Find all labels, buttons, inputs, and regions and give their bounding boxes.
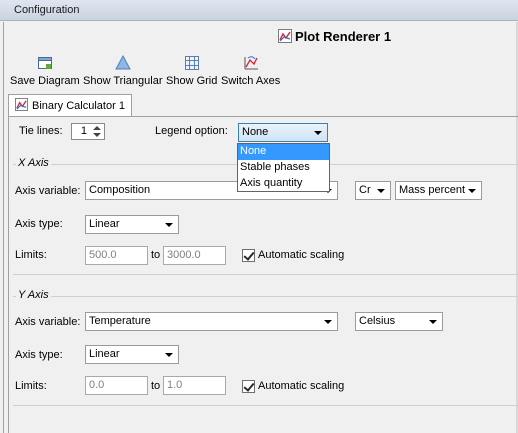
plot-title: Plot Renderer 1 (278, 29, 391, 46)
legend-option-dropdown: None Stable phases Axis quantity (237, 143, 330, 192)
y-axis-section-title: Y Axis (16, 289, 51, 301)
tab-label: Binary Calculator 1 (32, 100, 125, 112)
y-axis-variable-value: Temperature (89, 315, 151, 327)
x-axis-auto-scaling-label: Automatic scaling (258, 249, 345, 261)
chevron-down-icon (377, 189, 385, 193)
chevron-down-icon (165, 353, 173, 357)
y-axis-auto-scaling-label: Automatic scaling (258, 380, 345, 392)
x-axis-limits-label: Limits: (15, 249, 47, 261)
chart-icon (278, 29, 292, 46)
x-axis-type-value: Linear (89, 218, 120, 230)
x-axis-section-bottom (13, 274, 518, 275)
y-axis-variable-select[interactable]: Temperature (85, 312, 338, 331)
x-axis-unit-select[interactable]: Mass percent (395, 181, 482, 200)
y-axis-max-value: 1.0 (167, 379, 183, 391)
switch-axes-icon (221, 53, 280, 73)
show-grid-label: Show Grid (166, 75, 218, 87)
switch-axes-label: Switch Axes (221, 75, 281, 87)
switch-axes-button[interactable]: Switch Axes (221, 53, 280, 87)
chevron-down-icon (468, 189, 476, 193)
legend-option-item-stable-phases[interactable]: Stable phases (238, 160, 329, 176)
x-axis-max-field[interactable]: 3000.0 (163, 246, 226, 265)
chart-icon (15, 98, 28, 114)
y-axis-variable-label: Axis variable: (15, 316, 81, 328)
x-axis-to-label: to (151, 249, 161, 261)
x-axis-element-value: Cr (359, 184, 371, 196)
tab-binary-calculator[interactable]: Binary Calculator 1 (8, 94, 132, 117)
y-axis-section-bottom (13, 405, 518, 406)
x-axis-element-select[interactable]: Cr (355, 181, 391, 200)
legend-option-item-none[interactable]: None (238, 144, 329, 160)
window-title: Configuration (14, 4, 80, 16)
tie-lines-stepper[interactable]: 1 (71, 123, 105, 140)
y-axis-type-select[interactable]: Linear (85, 345, 179, 364)
y-axis-to-label: to (151, 380, 161, 392)
y-axis-unit-select[interactable]: Celsius (355, 312, 443, 331)
x-axis-auto-scaling-checkbox[interactable] (242, 249, 255, 262)
window-titlebar: Configuration (0, 0, 518, 21)
plot-title-text: Plot Renderer 1 (295, 29, 392, 44)
y-axis-min-value: 0.0 (89, 379, 105, 391)
x-axis-variable-value: Composition (89, 184, 151, 196)
y-axis-type-value: Linear (89, 348, 120, 360)
x-axis-type-label: Axis type: (15, 218, 63, 230)
save-diagram-icon (10, 53, 80, 73)
tie-lines-label: Tie lines: (19, 125, 63, 137)
legend-option-label: Legend option: (155, 125, 228, 137)
x-axis-unit-value: Mass percent (399, 184, 466, 196)
show-triangular-label: Show Triangular (83, 75, 163, 87)
chevron-down-icon (314, 131, 322, 135)
x-axis-section-title: X Axis (16, 157, 51, 169)
show-grid-button[interactable]: Show Grid (166, 53, 217, 87)
y-axis-min-field[interactable]: 0.0 (85, 376, 148, 395)
tie-lines-value: 1 (80, 125, 87, 137)
triangle-icon (83, 53, 163, 73)
y-axis-section-border (13, 296, 518, 297)
chevron-down-icon (324, 320, 332, 324)
y-axis-limits-label: Limits: (15, 380, 47, 392)
y-axis-auto-scaling-checkbox[interactable] (242, 380, 255, 393)
save-diagram-label: Save Diagram (10, 75, 80, 87)
legend-option-value: None (242, 126, 269, 138)
x-axis-min-field[interactable]: 500.0 (85, 246, 148, 265)
stepper-arrows-icon[interactable] (92, 125, 102, 138)
x-axis-variable-label: Axis variable: (15, 185, 81, 197)
show-triangular-button[interactable]: Show Triangular (83, 53, 163, 87)
grid-icon (166, 53, 217, 73)
chevron-down-icon (165, 223, 173, 227)
y-axis-unit-value: Celsius (359, 315, 396, 327)
x-axis-min-value: 500.0 (89, 249, 117, 261)
save-diagram-button[interactable]: Save Diagram (10, 53, 80, 87)
x-axis-max-value: 3000.0 (167, 249, 201, 261)
legend-option-item-axis-quantity[interactable]: Axis quantity (238, 176, 329, 192)
y-axis-type-label: Axis type: (15, 349, 63, 361)
chevron-down-icon (429, 320, 437, 324)
legend-option-select[interactable]: None (238, 123, 328, 142)
x-axis-type-select[interactable]: Linear (85, 215, 179, 234)
y-axis-max-field[interactable]: 1.0 (163, 376, 226, 395)
